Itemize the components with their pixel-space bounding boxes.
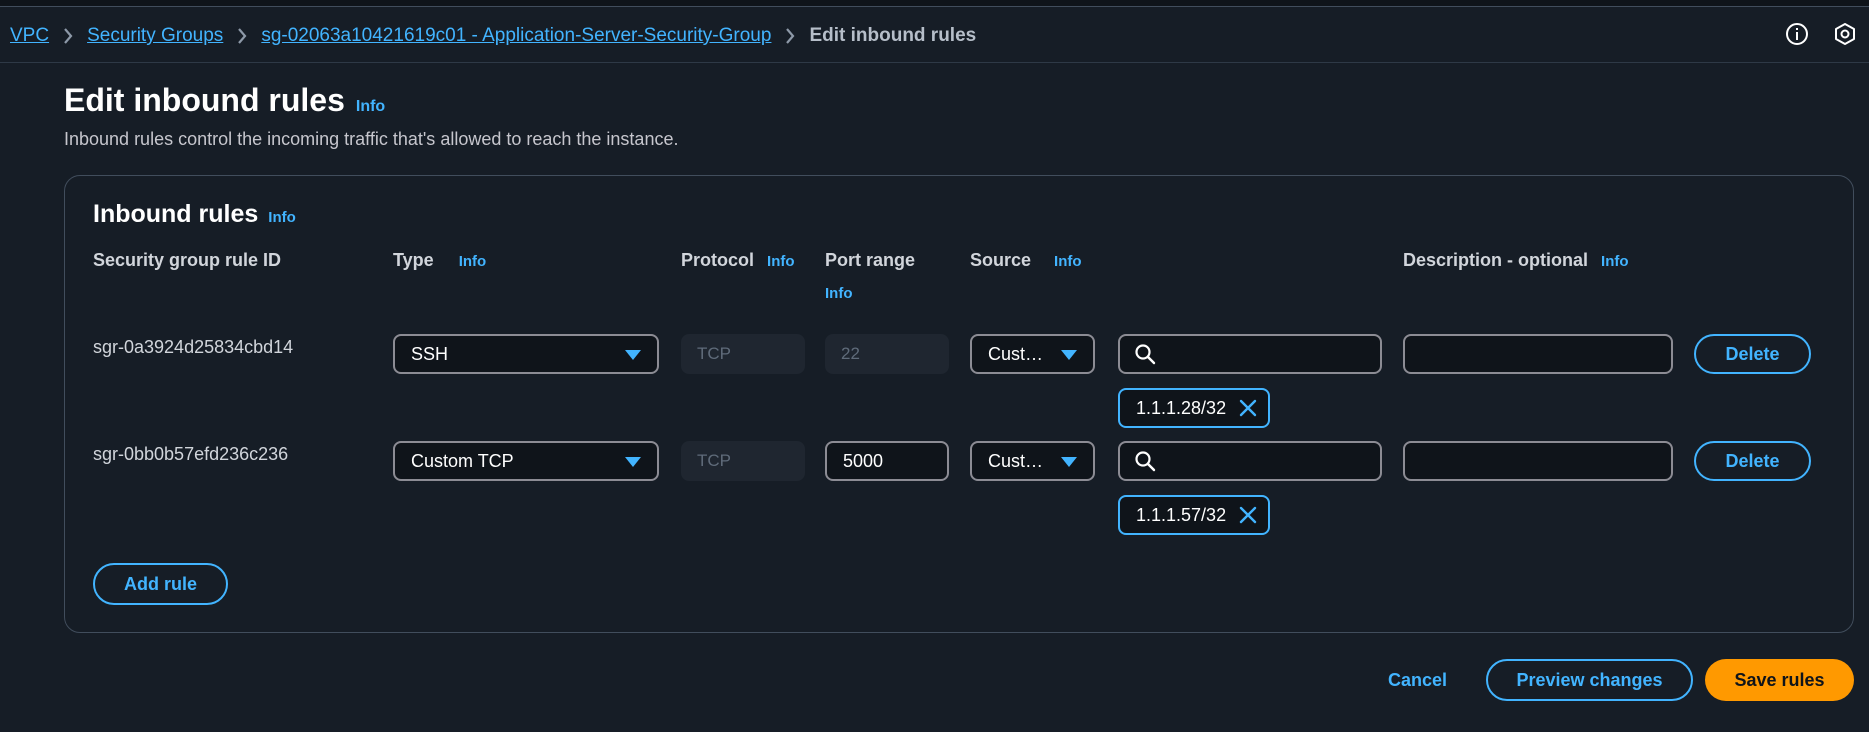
- search-icon: [1135, 344, 1156, 365]
- column-label: Type: [393, 250, 434, 270]
- column-label: Description - optional: [1403, 250, 1589, 270]
- breadcrumb-security-groups[interactable]: Security Groups: [87, 25, 223, 47]
- breadcrumb-current: Edit inbound rules: [809, 25, 977, 46]
- port-range-info-link[interactable]: Info: [825, 285, 915, 302]
- breadcrumb-vpc[interactable]: VPC: [10, 25, 49, 47]
- source-type-select[interactable]: Cust…: [970, 441, 1095, 481]
- port-range-value: 5000: [843, 450, 884, 471]
- close-icon[interactable]: [1238, 505, 1258, 525]
- description-info-link[interactable]: Info: [1601, 253, 1629, 270]
- panel-header: Inbound rules Info: [93, 200, 296, 229]
- source-info-link[interactable]: Info: [1054, 253, 1082, 270]
- page-header: Edit inbound rules Info: [64, 82, 385, 119]
- close-icon[interactable]: [1238, 398, 1258, 418]
- protocol-field: TCP: [681, 334, 805, 374]
- cancel-button[interactable]: Cancel: [1388, 670, 1447, 691]
- description-input[interactable]: [1403, 334, 1673, 374]
- page-info-link[interactable]: Info: [356, 98, 385, 116]
- rule-id: sgr-0a3924d25834cbd14: [93, 337, 294, 357]
- rule-id: sgr-0bb0b57efd236c236: [93, 444, 289, 464]
- type-value: SSH: [411, 343, 449, 364]
- caret-down-icon: [625, 457, 641, 467]
- chevron-right-icon: [785, 28, 795, 44]
- header-divider: [0, 62, 1869, 63]
- column-header-protocol: Protocol Info: [681, 250, 795, 271]
- panel-title: Inbound rules: [93, 200, 259, 228]
- preview-changes-button[interactable]: Preview changes: [1486, 659, 1693, 701]
- column-label: Protocol: [681, 250, 755, 270]
- protocol-field: TCP: [681, 441, 805, 481]
- column-header-type: Type Info: [393, 250, 486, 271]
- token-label: 1.1.1.57/32: [1136, 504, 1227, 525]
- source-type-value: Cust…: [988, 450, 1044, 471]
- type-select[interactable]: SSH: [393, 334, 659, 374]
- source-search-input[interactable]: [1118, 334, 1382, 374]
- type-info-link[interactable]: Info: [459, 253, 487, 270]
- info-circle-icon[interactable]: [1785, 22, 1809, 46]
- protocol-info-link[interactable]: Info: [767, 253, 795, 270]
- save-rules-button[interactable]: Save rules: [1705, 659, 1854, 701]
- column-label: Source: [970, 250, 1032, 270]
- search-icon: [1135, 451, 1156, 472]
- source-token: 1.1.1.28/32: [1118, 388, 1271, 428]
- column-label: Port range: [825, 250, 916, 270]
- chevron-right-icon: [237, 28, 247, 44]
- delete-rule-button[interactable]: Delete: [1694, 334, 1811, 374]
- page-description: Inbound rules control the incoming traff…: [64, 129, 679, 149]
- source-search-input[interactable]: [1118, 441, 1382, 481]
- source-type-select[interactable]: Cust…: [970, 334, 1095, 374]
- caret-down-icon: [625, 350, 641, 360]
- token-label: 1.1.1.28/32: [1136, 397, 1227, 418]
- chevron-right-icon: [63, 28, 73, 44]
- add-rule-button[interactable]: Add rule: [93, 563, 228, 605]
- column-header-rule-id: Security group rule ID: [93, 250, 281, 271]
- breadcrumb: VPC Security Groups sg-02063a10421619c01…: [10, 20, 976, 52]
- type-select[interactable]: Custom TCP: [393, 441, 659, 481]
- port-range-input[interactable]: 5000: [825, 441, 949, 481]
- column-header-source: Source Info: [970, 250, 1082, 271]
- column-header-description: Description - optional Info: [1403, 250, 1629, 271]
- settings-hexagon-icon[interactable]: [1833, 22, 1857, 46]
- top-icons: [1785, 22, 1857, 46]
- caret-down-icon: [1061, 350, 1077, 360]
- breadcrumb-security-group[interactable]: sg-02063a10421619c01 - Application-Serve…: [261, 25, 771, 47]
- inbound-rules-panel: Inbound rules Info Security group rule I…: [64, 175, 1854, 633]
- caret-down-icon: [1061, 457, 1077, 467]
- description-input[interactable]: [1403, 441, 1673, 481]
- port-range-field: 22: [825, 334, 949, 374]
- delete-rule-button[interactable]: Delete: [1694, 441, 1811, 481]
- page-title: Edit inbound rules: [64, 82, 345, 118]
- panel-info-link[interactable]: Info: [268, 209, 296, 226]
- column-label: Security group rule ID: [93, 250, 282, 270]
- column-header-port-range: Port range Info: [825, 250, 915, 302]
- top-bar: [0, 0, 1869, 7]
- source-token: 1.1.1.57/32: [1118, 495, 1271, 535]
- type-value: Custom TCP: [411, 450, 514, 471]
- source-type-value: Cust…: [988, 343, 1044, 364]
